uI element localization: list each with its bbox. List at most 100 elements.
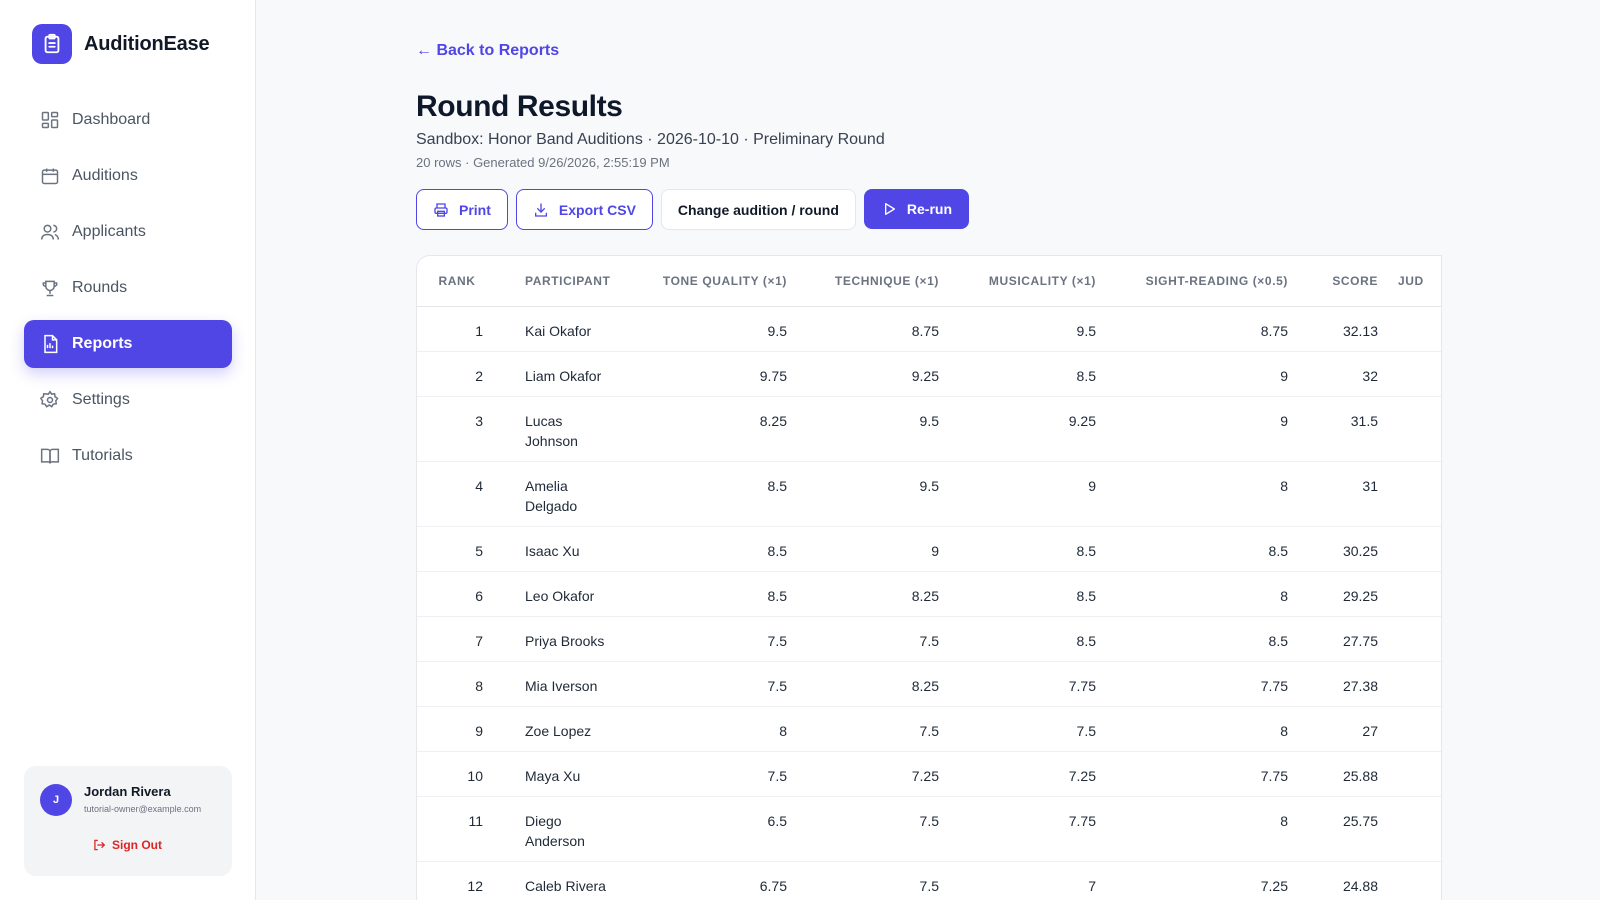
cell-score: 32 bbox=[1298, 351, 1388, 397]
back-to-reports-link[interactable]: ← Back to Reports bbox=[416, 42, 559, 60]
cell-participant: Maya Xu bbox=[507, 751, 617, 797]
play-icon bbox=[884, 203, 895, 215]
cell-judges bbox=[1388, 396, 1441, 462]
cell-tone-quality: 6.75 bbox=[617, 861, 797, 900]
results-table-card[interactable]: Rank Participant Tone Quality (×1) Techn… bbox=[416, 255, 1442, 900]
col-technique[interactable]: Technique (×1) bbox=[797, 256, 949, 307]
cell-rank: 7 bbox=[417, 616, 507, 662]
users-icon bbox=[40, 224, 60, 240]
cell-sight-reading: 7.75 bbox=[1106, 661, 1298, 707]
cell-tone-quality: 8.5 bbox=[617, 526, 797, 572]
table-row[interactable]: 12 Caleb Rivera 6.75 7.5 7 7.25 24.88 bbox=[417, 861, 1441, 900]
cell-rank: 5 bbox=[417, 526, 507, 572]
cell-technique: 7.5 bbox=[797, 861, 949, 900]
download-icon bbox=[534, 202, 547, 217]
cell-rank: 1 bbox=[417, 306, 507, 352]
table-header-row: Rank Participant Tone Quality (×1) Techn… bbox=[417, 256, 1441, 307]
cell-rank: 6 bbox=[417, 571, 507, 617]
col-participant[interactable]: Participant bbox=[507, 256, 617, 307]
sidebar-item-label: Dashboard bbox=[72, 111, 151, 128]
book-icon bbox=[40, 448, 60, 464]
table-row[interactable]: 11 Diego Anderson 6.5 7.5 7.75 8 25.75 bbox=[417, 796, 1441, 862]
col-judges[interactable]: Jud bbox=[1388, 256, 1441, 307]
cell-musicality: 9.25 bbox=[949, 396, 1106, 462]
col-score[interactable]: Score bbox=[1298, 256, 1388, 307]
user-card: J Jordan Rivera tutorial-owner@example.c… bbox=[24, 766, 232, 876]
col-tone-quality[interactable]: Tone Quality (×1) bbox=[617, 256, 797, 307]
cell-sight-reading: 8 bbox=[1106, 571, 1298, 617]
cell-technique: 7.25 bbox=[797, 751, 949, 797]
cell-sight-reading: 8.75 bbox=[1106, 306, 1298, 352]
table-row[interactable]: 8 Mia Iverson 7.5 8.25 7.75 7.75 27.38 bbox=[417, 661, 1441, 707]
cell-tone-quality: 9.5 bbox=[617, 306, 797, 352]
calendar-icon bbox=[41, 168, 59, 185]
cell-participant: Liam Okafor bbox=[507, 351, 617, 397]
sign-out-label: Sign Out bbox=[112, 838, 162, 852]
sidebar-item-rounds[interactable]: Rounds bbox=[24, 264, 232, 312]
sidebar-item-tutorials[interactable]: Tutorials bbox=[24, 432, 232, 480]
table-row[interactable]: 5 Isaac Xu 8.5 9 8.5 8.5 30.25 bbox=[417, 526, 1441, 572]
cell-technique: 8.25 bbox=[797, 571, 949, 617]
sidebar-item-settings[interactable]: Settings bbox=[24, 376, 232, 424]
cell-participant: Caleb Rivera bbox=[507, 861, 617, 900]
sidebar-item-label: Settings bbox=[72, 391, 130, 408]
cell-judges bbox=[1388, 571, 1441, 617]
cell-score: 24.88 bbox=[1298, 861, 1388, 900]
cell-musicality: 7.75 bbox=[949, 661, 1106, 707]
cell-judges bbox=[1388, 461, 1441, 527]
cell-sight-reading: 9 bbox=[1106, 396, 1298, 462]
cell-judges bbox=[1388, 751, 1441, 797]
table-row[interactable]: 2 Liam Okafor 9.75 9.25 8.5 9 32 bbox=[417, 351, 1441, 397]
table-row[interactable]: 3 Lucas Johnson 8.25 9.5 9.25 9 31.5 bbox=[417, 396, 1441, 462]
cell-score: 25.88 bbox=[1298, 751, 1388, 797]
trophy-icon bbox=[42, 280, 58, 297]
sidebar-item-dashboard[interactable]: Dashboard bbox=[24, 96, 232, 144]
print-label: Print bbox=[459, 201, 491, 218]
cell-technique: 9.25 bbox=[797, 351, 949, 397]
table-row[interactable]: 6 Leo Okafor 8.5 8.25 8.5 8 29.25 bbox=[417, 571, 1441, 617]
cell-score: 27 bbox=[1298, 706, 1388, 752]
table-row[interactable]: 9 Zoe Lopez 8 7.5 7.5 8 27 bbox=[417, 706, 1441, 752]
cell-sight-reading: 8 bbox=[1106, 461, 1298, 527]
export-csv-button[interactable]: Export CSV bbox=[515, 189, 653, 230]
cell-tone-quality: 8.5 bbox=[617, 461, 797, 527]
table-row[interactable]: 4 Amelia Delgado 8.5 9.5 9 8 31 bbox=[417, 461, 1441, 527]
col-musicality[interactable]: Musicality (×1) bbox=[949, 256, 1106, 307]
cell-musicality: 8.5 bbox=[949, 571, 1106, 617]
col-sight-reading[interactable]: Sight-Reading (×0.5) bbox=[1106, 256, 1298, 307]
results-table: Rank Participant Tone Quality (×1) Techn… bbox=[417, 256, 1441, 900]
grid-icon bbox=[41, 111, 59, 129]
cell-rank: 2 bbox=[417, 351, 507, 397]
print-button[interactable]: Print bbox=[416, 189, 508, 230]
rerun-button[interactable]: Re-run bbox=[863, 189, 970, 229]
col-rank[interactable]: Rank bbox=[417, 256, 507, 307]
page-title: Round Results bbox=[416, 90, 623, 123]
gear-icon bbox=[40, 390, 59, 408]
cell-judges bbox=[1388, 351, 1441, 397]
cell-score: 32.13 bbox=[1298, 306, 1388, 352]
cell-tone-quality: 6.5 bbox=[617, 796, 797, 862]
cell-rank: 12 bbox=[417, 861, 507, 900]
change-audition-round-label: Change audition / round bbox=[677, 201, 839, 218]
sidebar-item-applicants[interactable]: Applicants bbox=[24, 208, 232, 256]
table-row[interactable]: 7 Priya Brooks 7.5 7.5 8.5 8.5 27.75 bbox=[417, 616, 1441, 662]
sign-out-button[interactable]: Sign Out bbox=[92, 838, 162, 852]
sidebar: AuditionEase Dashboard Auditions Applica… bbox=[0, 0, 256, 900]
cell-sight-reading: 7.25 bbox=[1106, 861, 1298, 900]
table-row[interactable]: 10 Maya Xu 7.5 7.25 7.25 7.75 25.88 bbox=[417, 751, 1441, 797]
main-content: ← Back to Reports Round Results Sandbox:… bbox=[256, 0, 1600, 900]
table-row[interactable]: 1 Kai Okafor 9.5 8.75 9.5 8.75 32.13 bbox=[417, 306, 1441, 352]
sidebar-item-auditions[interactable]: Auditions bbox=[24, 152, 232, 200]
cell-tone-quality: 7.5 bbox=[617, 751, 797, 797]
sidebar-item-reports[interactable]: Reports bbox=[24, 320, 232, 368]
cell-tone-quality: 8 bbox=[617, 706, 797, 752]
cell-technique: 7.5 bbox=[797, 706, 949, 752]
change-audition-round-button[interactable]: Change audition / round bbox=[660, 189, 856, 230]
cell-musicality: 8.5 bbox=[949, 616, 1106, 662]
cell-participant: Lucas Johnson bbox=[507, 396, 617, 462]
table-body: 1 Kai Okafor 9.5 8.75 9.5 8.75 32.13 2 Liam Okaf… bbox=[417, 306, 1441, 900]
brand[interactable]: AuditionEase bbox=[32, 24, 210, 64]
cell-sight-reading: 8.5 bbox=[1106, 526, 1298, 572]
printer-icon bbox=[434, 202, 448, 217]
cell-tone-quality: 7.5 bbox=[617, 616, 797, 662]
